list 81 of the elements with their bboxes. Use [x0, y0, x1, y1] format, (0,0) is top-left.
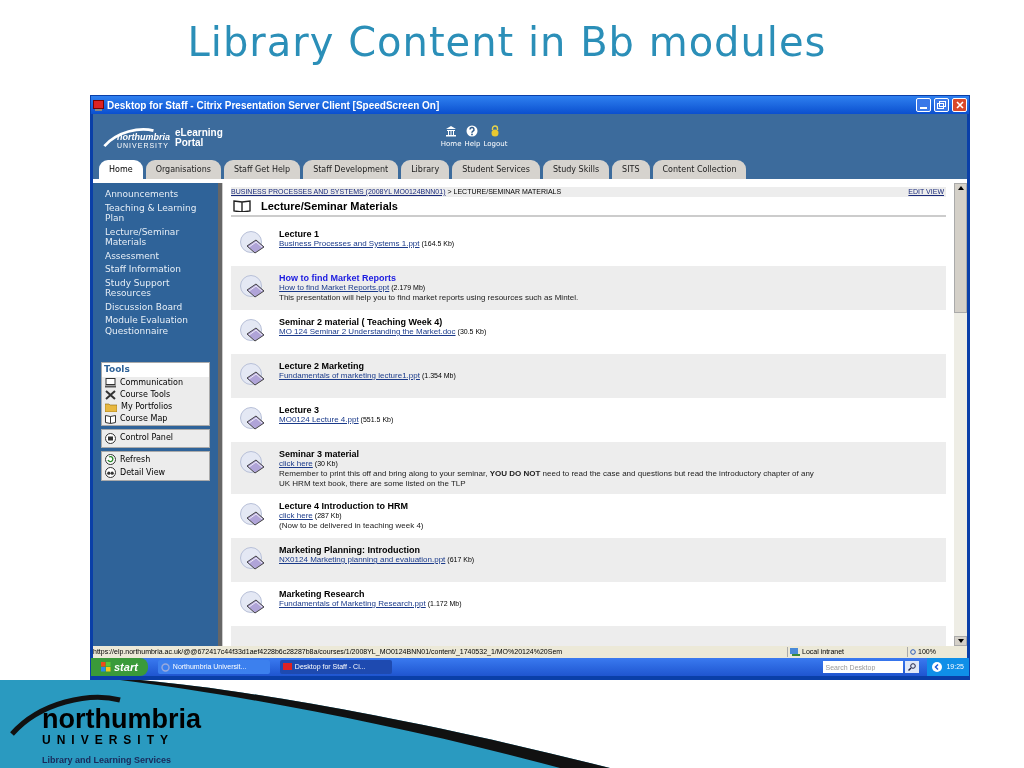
windows-logo-icon [101, 662, 111, 672]
sidebar-link[interactable]: Assessment [105, 250, 206, 261]
tab[interactable]: Staff Get Help [223, 160, 301, 179]
action-link[interactable]: Refresh [102, 452, 209, 466]
sidebar-link[interactable]: Staff Information [105, 264, 206, 275]
sidebar-link[interactable]: Study Support Resources [105, 277, 206, 299]
page-title: Lecture/Seminar Materials [261, 198, 398, 214]
book-icon [233, 200, 251, 212]
restore-button[interactable] [934, 98, 949, 112]
item-description: (Now to be delivered in teaching week 4) [279, 521, 424, 531]
close-icon [955, 101, 964, 109]
sidebar-link[interactable]: Lecture/Seminar Materials [105, 226, 206, 248]
search-button[interactable] [905, 661, 920, 673]
tool-link[interactable]: My Portfolios [102, 400, 209, 413]
open-book-icon [105, 413, 116, 424]
file-link[interactable]: How to find Market Reports.ppt [279, 283, 390, 293]
tool-link[interactable]: Course Map [102, 412, 209, 425]
slide-title: Library Content in Bb modules [187, 17, 827, 67]
tab[interactable]: SITS [612, 160, 650, 179]
app-icon [93, 99, 104, 111]
item-title: Lecture 2 Marketing [279, 361, 366, 371]
item-description: Remember to print this off and bring along to your seminar, YOU DO NOT need to read the case and questions but read the introductory chapter of any UK HRM text book, there are some listed on the TLP [279, 469, 815, 489]
item-title: Marketing Planning: Introduction [279, 545, 421, 555]
minimize-icon [920, 107, 927, 109]
logo-subtitle: UNIVERSITY [42, 734, 175, 746]
tool-link[interactable]: Course Tools [102, 388, 209, 401]
magnifier-icon [910, 648, 917, 656]
tools-heading: Tools [102, 363, 209, 377]
item-title[interactable]: How to find Market Reports [279, 273, 579, 283]
action-link[interactable]: Detail View [102, 465, 209, 479]
app-icon [282, 662, 292, 672]
search-icon [908, 663, 917, 671]
file-link[interactable]: MO0124 Lecture 4.ppt [279, 415, 359, 425]
logo-name: northumbria [42, 706, 201, 733]
browser-icon [160, 662, 170, 672]
tab[interactable]: Library [401, 160, 450, 179]
start-button[interactable]: start [91, 658, 148, 676]
tab[interactable]: Staff Development [303, 160, 399, 179]
sidebar-link[interactable]: Teaching & Learning Plan [105, 202, 206, 224]
item-title: Marketing Research [279, 589, 366, 599]
item-title: Seminar 3 material [279, 449, 361, 459]
control-panel-icon [105, 432, 116, 444]
minimize-button[interactable] [916, 98, 931, 112]
chevron-icon[interactable] [932, 662, 943, 672]
file-link[interactable]: click here [279, 511, 313, 521]
sidebar-link[interactable]: Announcements [105, 189, 206, 200]
help-icon [466, 125, 479, 138]
building-icon [445, 125, 458, 138]
tab[interactable]: Home [99, 160, 143, 179]
network-icon [790, 648, 800, 656]
item-title: Lecture 4 Introduction to HRM [279, 501, 409, 511]
item-title: Seminar 2 material ( Teaching Week 4) [279, 317, 444, 327]
sidebar-link[interactable]: Module Evaluation Questionnaire [105, 315, 206, 336]
binoculars-icon [105, 466, 116, 478]
window-title: Desktop for Staff - Citrix Presentation Server Client [SpeedScreen On] [107, 98, 441, 113]
tab[interactable]: Organisations [145, 160, 221, 179]
file-link[interactable]: Business Processes and Systems 1.ppt [279, 239, 420, 249]
file-link[interactable]: NX0124 Marketing planning and evaluation.ppt [279, 555, 446, 565]
tab[interactable]: Study Skills [542, 160, 610, 179]
restore-icon [937, 101, 946, 109]
sidebar-link[interactable]: Discussion Board [105, 301, 206, 312]
tab[interactable]: Student Services [452, 160, 540, 179]
computer-icon [105, 377, 116, 388]
close-button[interactable] [952, 98, 967, 112]
file-link[interactable]: Fundamentals of marketing lecture1.ppt [279, 371, 420, 381]
item-description: This presentation will help you to find market reports using resources such as Mintel. [279, 293, 579, 303]
folder-icon [105, 401, 117, 412]
item-title: Lecture 1 [279, 229, 321, 239]
portal-name: Portal [175, 137, 204, 148]
slide-caption: Library and Learning Services [42, 754, 173, 767]
item-title: Lecture 3 [279, 405, 321, 415]
scroll-up-icon[interactable] [957, 186, 964, 190]
control-panel-link[interactable]: Control Panel [101, 428, 210, 448]
file-link[interactable]: Fundamentals of Marketing Research.ppt [279, 599, 426, 609]
tool-link[interactable]: Communication [102, 376, 209, 389]
refresh-icon [105, 453, 116, 465]
file-link[interactable]: MO 124 Seminar 2 Understanding the Market.doc [279, 327, 456, 337]
tab[interactable]: Content Collection [652, 160, 747, 179]
portal-name: eLearning [175, 127, 223, 138]
file-link[interactable]: click here [279, 459, 313, 469]
scroll-down-icon[interactable] [957, 639, 964, 643]
